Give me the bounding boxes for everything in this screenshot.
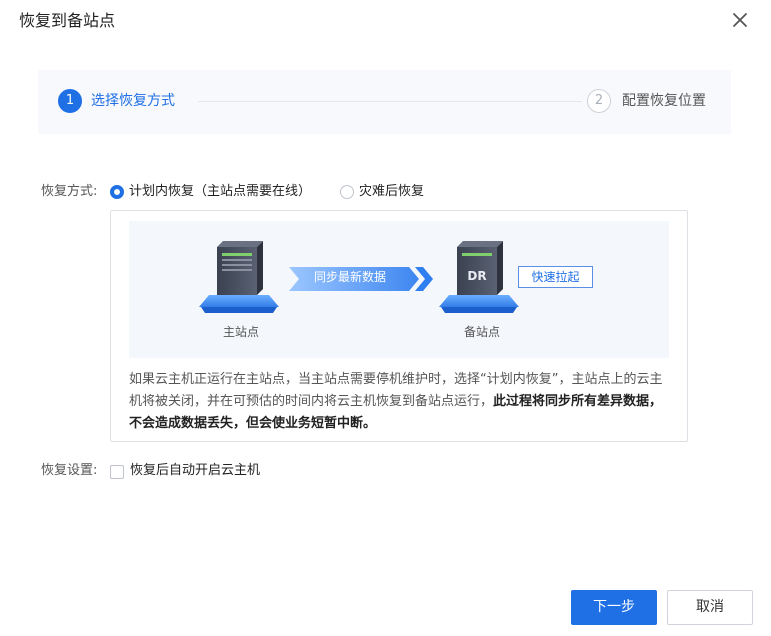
fast-launch-tag: 快速拉起: [518, 266, 593, 288]
backup-site-label: 备站点: [464, 325, 501, 339]
recovery-mode-label: 恢复方式:: [41, 184, 98, 199]
primary-server-icon: [199, 241, 279, 313]
dialog-title: 恢复到备站点: [19, 11, 116, 30]
radio-disaster-recovery[interactable]: [340, 185, 354, 199]
step-2-label: 配置恢复位置: [622, 93, 706, 109]
auto-start-checkbox[interactable]: [110, 465, 124, 479]
recovery-illustration: 同步最新数据 DR 快速拉起 主站点 备站点: [129, 221, 669, 358]
close-icon: [733, 13, 747, 27]
step-2-number: 2: [587, 89, 611, 113]
radio-planned-recovery-label[interactable]: 计划内恢复（主站点需要在线）: [129, 183, 311, 201]
auto-start-checkbox-label[interactable]: 恢复后自动开启云主机: [130, 462, 260, 480]
close-button[interactable]: [726, 6, 754, 34]
recovery-description: 如果云主机正运行在主站点，当主站点需要停机维护时，选择“计划内恢复”，主站点上的…: [129, 369, 674, 435]
dr-badge: DR: [467, 269, 487, 283]
illustration-graphic: [199, 241, 519, 313]
primary-site-label: 主站点: [223, 325, 260, 339]
next-button[interactable]: 下一步: [571, 590, 657, 625]
step-indicator: 1 选择恢复方式 2 配置恢复位置: [38, 70, 731, 134]
radio-planned-recovery[interactable]: [110, 185, 124, 199]
radio-disaster-recovery-label[interactable]: 灾难后恢复: [359, 183, 424, 201]
recovery-setting-label: 恢复设置:: [41, 463, 98, 478]
sync-label: 同步最新数据: [314, 270, 387, 284]
cancel-button[interactable]: 取消: [667, 590, 753, 625]
step-1-label: 选择恢复方式: [91, 93, 175, 109]
step-1-number: 1: [58, 89, 82, 113]
step-connector: [198, 101, 582, 102]
restore-dialog: 恢复到备站点 1 选择恢复方式 2 配置恢复位置 恢复方式: 计划内恢复（主站点…: [0, 0, 771, 636]
recovery-mode-info-panel: 同步最新数据 DR 快速拉起 主站点 备站点 如果云主机正运行在主站点，当主站点…: [110, 210, 688, 442]
